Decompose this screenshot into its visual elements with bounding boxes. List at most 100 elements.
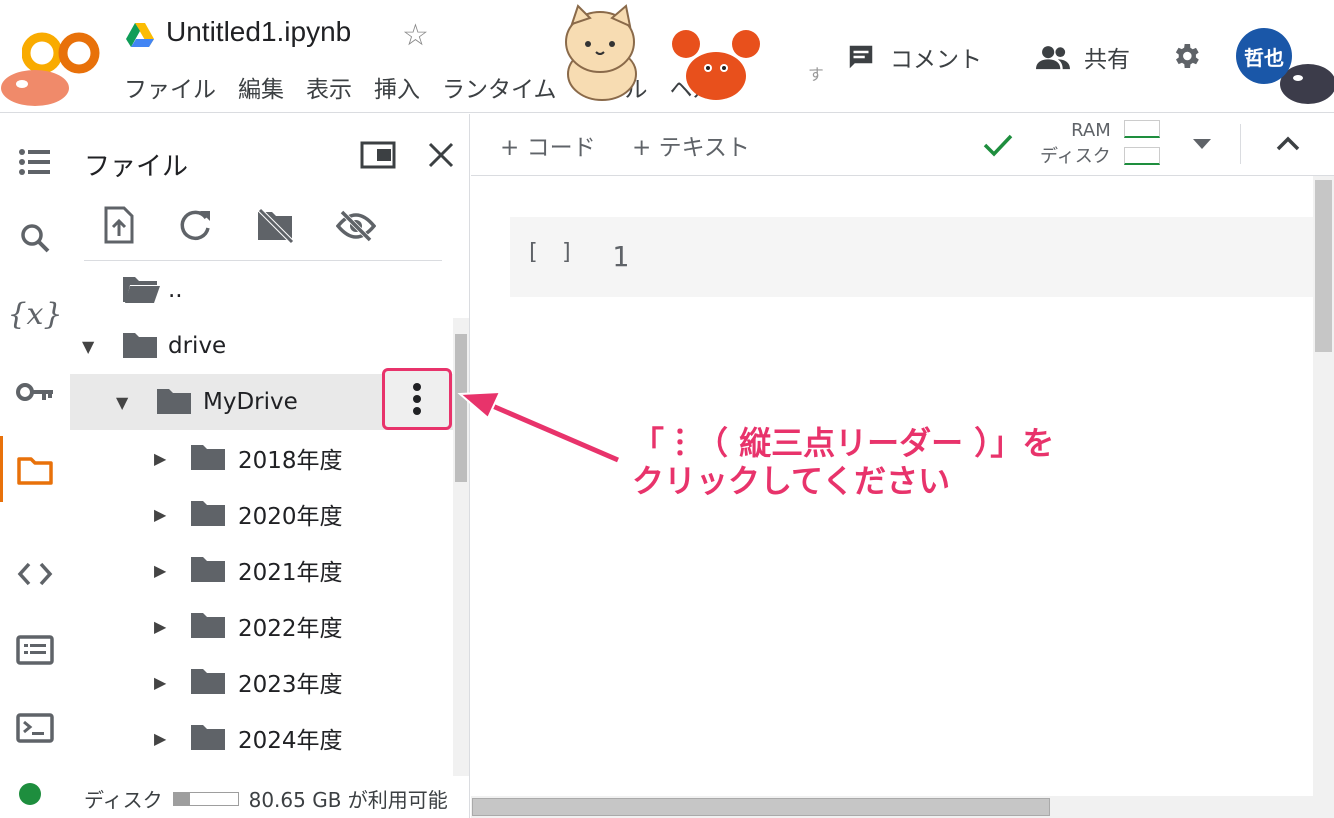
folder-icon [191,557,225,582]
expand-caret-icon[interactable]: ▼ [82,337,94,356]
instruction-line-1: 「︙（ 縦三点リーダー ）」を [632,424,1055,462]
variables-icon[interactable]: {𝑥} [0,284,70,344]
collapsed-caret-icon[interactable]: ▶ [154,505,166,524]
folder-open-icon [123,277,160,303]
avatar[interactable]: 哲也 [1236,28,1292,84]
horizontal-scrollbar[interactable] [471,796,1334,818]
scrollbar-thumb[interactable] [1315,180,1332,352]
command-palette-icon[interactable] [0,620,70,680]
upload-file-icon[interactable] [104,206,134,244]
tree-label: MyDrive [203,389,298,415]
folder-icon [157,389,191,414]
star-icon[interactable]: ☆ [402,18,429,53]
tree-row-drive[interactable]: ▼ drive [70,318,454,374]
refresh-icon[interactable] [178,208,212,242]
open-in-tab-icon[interactable] [360,140,396,170]
menu-runtime[interactable]: ランタイム [442,70,557,104]
tree-row-folder[interactable]: ▶ 2023年度 [70,654,454,710]
ram-label: RAM [1071,120,1111,141]
folder-icon [191,501,225,526]
tree-row-folder[interactable]: ▶ 2021年度 [70,542,454,598]
share-label: 共有 [1084,47,1130,73]
collapsed-caret-icon[interactable]: ▶ [154,729,166,748]
folder-icon [191,725,225,750]
tree-label: 2021年度 [238,560,343,586]
folder-icon[interactable] [0,440,70,500]
resource-labels[interactable]: RAM ディスク [1040,118,1111,170]
code-cell[interactable] [510,217,1313,297]
cat-mascot-decoration [565,4,637,101]
share-button[interactable]: 共有 [1036,40,1130,74]
notebook-scrollbar[interactable] [1313,176,1334,796]
notebook-title[interactable]: Untitled1.ipynb [166,16,351,48]
hide-files-icon[interactable] [336,210,376,242]
expand-caret-icon[interactable]: ▼ [116,393,128,412]
disk-usage-bar [172,791,239,806]
more-options-button[interactable] [382,368,452,430]
add-text-button[interactable]: + テキスト [632,128,750,162]
tree-label: 2020年度 [238,504,343,530]
comment-label: コメント [890,47,982,73]
comment-button[interactable]: コメント [846,40,982,74]
comment-icon [849,45,873,69]
folder-icon [191,613,225,638]
menu-insert[interactable]: 挿入 [374,70,420,104]
folder-icon [191,445,225,470]
collapsed-caret-icon[interactable]: ▶ [154,449,166,468]
menu-edit[interactable]: 編集 [238,70,284,104]
crab-mascot-decoration [672,30,760,100]
key-icon[interactable] [0,362,70,422]
cell-line-number: 1 [612,240,629,273]
tree-row-folder[interactable]: ▶ 2018年度 [70,430,454,486]
tree-label: 2018年度 [238,448,343,474]
tree-row-folder[interactable]: ▶ 2020年度 [70,486,454,542]
cell-run-marker[interactable]: [ ] [526,240,578,265]
settings-gear-icon[interactable] [1170,40,1202,72]
collapsed-caret-icon[interactable]: ▶ [154,617,166,636]
disk-usage-fill [173,792,190,805]
disk-label: ディスク [84,788,163,812]
menu-view[interactable]: 表示 [306,70,352,104]
table-of-contents-icon[interactable] [0,132,70,192]
terminal-icon[interactable] [0,698,70,758]
unmount-drive-icon[interactable] [256,208,296,244]
tree-label: drive [168,333,227,359]
folder-icon [191,669,225,694]
tree-label: 2023年度 [238,672,343,698]
close-icon[interactable] [428,142,454,168]
disk-resource-label: ディスク [1040,146,1111,167]
runtime-status-indicator[interactable] [19,783,41,805]
google-drive-icon [126,23,154,47]
disk-available-text: 80.65 GB が利用可能 [248,788,448,812]
tree-row-parent[interactable]: .. [70,262,454,318]
connected-check-icon[interactable] [982,132,1014,158]
file-panel-scrollbar[interactable] [453,318,469,776]
collapsed-caret-icon[interactable]: ▶ [154,673,166,692]
instruction-line-2: クリックしてください [632,462,951,500]
panel-divider [84,260,442,261]
folder-icon [123,333,157,358]
more-vert-icon [413,383,421,415]
add-code-button[interactable]: + コード [500,128,596,162]
menu-file[interactable]: ファイル [124,70,216,104]
scrollbar-thumb[interactable] [455,334,467,482]
app-header: Untitled1.ipynb ☆ ファイル 編集 表示 挿入 ランタイム ツー… [0,0,1334,113]
toolbar-separator [1240,124,1241,164]
tree-label: .. [168,277,183,303]
resources-dropdown-icon[interactable] [1192,138,1212,150]
tree-row-folder[interactable]: ▶ 2022年度 [70,598,454,654]
collapsed-caret-icon[interactable]: ▶ [154,561,166,580]
collapse-header-icon[interactable] [1276,134,1300,152]
menu-more[interactable]: す [802,66,826,82]
tree-label: 2024年度 [238,728,343,754]
disk-usage-mini-bar [1124,147,1160,165]
mascot-decoration-left [1,70,69,106]
tree-row-folder[interactable]: ▶ 2024年度 [70,710,454,766]
disk-usage-footer: ディスク 80.65 GB が利用可能 [84,784,448,813]
people-icon [1036,46,1070,70]
tree-label: 2022年度 [238,616,343,642]
scrollbar-thumb[interactable] [472,798,1050,816]
instruction-callout: 「︙（ 縦三点リーダー ）」を クリックしてください [632,424,1054,500]
search-icon[interactable] [0,208,70,268]
code-snippets-icon[interactable] [0,544,70,604]
